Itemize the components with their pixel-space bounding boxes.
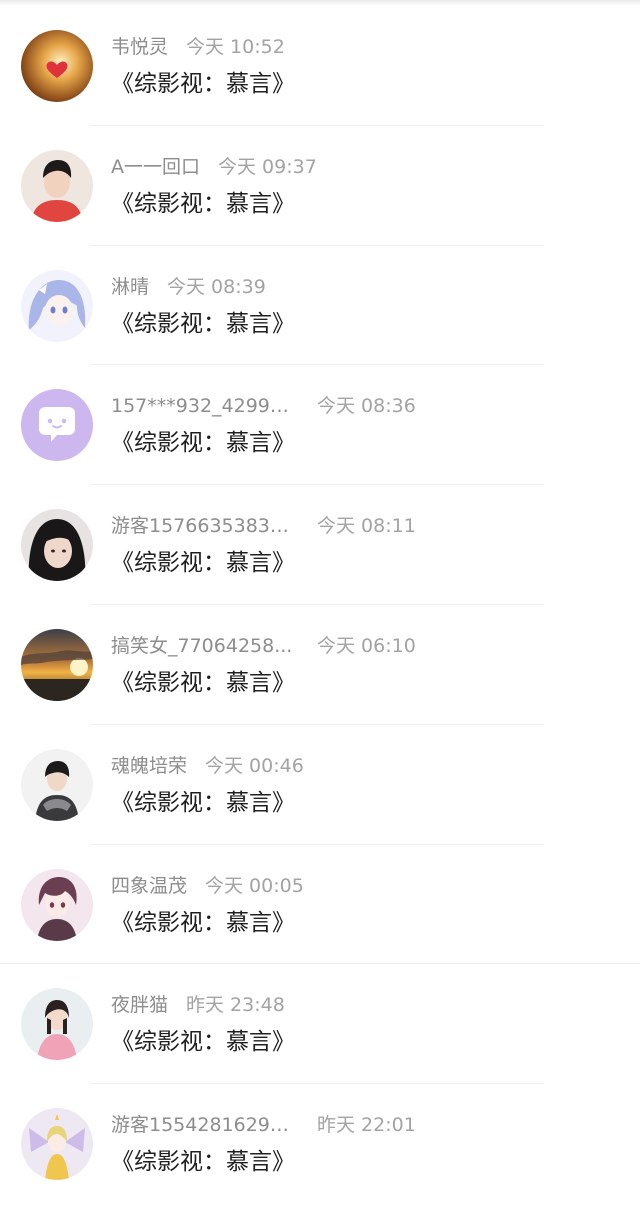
message-title[interactable]: 《综影视：慕言》 xyxy=(111,309,295,339)
timestamp: 今天 06:10 xyxy=(317,634,416,657)
avatar[interactable] xyxy=(21,1108,93,1181)
timestamp: 今天 08:36 xyxy=(317,395,416,418)
avatar[interactable] xyxy=(21,748,93,821)
message-title[interactable]: 《综影视：慕言》 xyxy=(111,908,295,938)
avatar[interactable] xyxy=(21,30,93,102)
list-item[interactable]: 157***932_42994... 今天 08:36 《综影视：慕言》 xyxy=(0,365,640,486)
avatar[interactable] xyxy=(21,389,93,462)
avatar[interactable] xyxy=(21,149,93,222)
girl-pink-dress-avatar-icon xyxy=(21,988,93,1061)
timestamp: 今天 00:05 xyxy=(205,874,304,897)
message-meta: 游客15542816290... 昨天 22:01 xyxy=(111,1112,416,1138)
message-title[interactable]: 《综影视：慕言》 xyxy=(111,1147,295,1177)
avatar[interactable] xyxy=(21,868,93,941)
avatar[interactable] xyxy=(21,628,93,701)
message-meta: 搞笑女_77064258... 今天 06:10 xyxy=(111,633,416,659)
list-item[interactable]: A一一回口 今天 09:37 《综影视：慕言》 xyxy=(0,126,640,246)
message-meta: 淋晴 今天 08:39 xyxy=(111,274,266,300)
glowing-heart-avatar-icon xyxy=(21,30,93,102)
message-title[interactable]: 《综影视：慕言》 xyxy=(111,69,295,99)
list-item[interactable]: 淋晴 今天 08:39 《综影视：慕言》 xyxy=(0,246,640,366)
message-title[interactable]: 《综影视：慕言》 xyxy=(111,1027,295,1057)
young-man-red-hoodie-avatar-icon xyxy=(21,149,93,222)
message-meta: A一一回口 今天 09:37 xyxy=(111,154,317,180)
anime-boy-pink-avatar-icon xyxy=(21,868,93,941)
girl-portrait-avatar-icon xyxy=(21,509,93,582)
sunset-avatar-icon xyxy=(21,628,93,701)
sender-name[interactable]: 魂魄培荣 xyxy=(111,753,187,779)
list-item[interactable]: 魂魄培荣 今天 00:46 《综影视：慕言》 xyxy=(0,725,640,845)
list-item[interactable]: 游客15542816290... 昨天 22:01 《综影视：慕言》 xyxy=(0,1084,640,1204)
timestamp: 昨天 23:48 xyxy=(186,994,285,1017)
sender-name[interactable]: 夜胖猫 xyxy=(111,992,168,1018)
list-item[interactable]: 韦悦灵 今天 10:52 《综影视：慕言》 xyxy=(0,6,640,126)
sender-name[interactable]: A一一回口 xyxy=(111,154,200,180)
message-meta: 魂魄培荣 今天 00:46 xyxy=(111,753,304,779)
message-list: 韦悦灵 今天 10:52 《综影视：慕言》 A一一回口 今天 09:37 《综影视：… xyxy=(0,6,640,1204)
list-item[interactable]: 搞笑女_77064258... 今天 06:10 《综影视：慕言》 xyxy=(0,605,640,725)
message-title[interactable]: 《综影视：慕言》 xyxy=(111,668,295,698)
message-meta: 夜胖猫 昨天 23:48 xyxy=(111,992,285,1018)
message-meta: 韦悦灵 今天 10:52 xyxy=(111,34,285,60)
message-title[interactable]: 《综影视：慕言》 xyxy=(111,428,295,458)
sender-name[interactable]: 淋晴 xyxy=(111,274,149,300)
sender-name[interactable]: 四象温茂 xyxy=(111,873,187,899)
timestamp: 今天 10:52 xyxy=(186,36,285,58)
purple-chat-bubble-avatar-icon xyxy=(21,389,93,462)
message-meta: 157***932_42994... 今天 08:36 xyxy=(111,393,416,419)
sender-name[interactable]: 游客15766353835... xyxy=(111,513,299,539)
message-title[interactable]: 《综影视：慕言》 xyxy=(111,548,295,578)
timestamp: 今天 08:11 xyxy=(317,515,416,538)
sender-name[interactable]: 游客15542816290... xyxy=(111,1112,299,1138)
timestamp: 昨天 22:01 xyxy=(317,1114,416,1137)
timestamp: 今天 00:46 xyxy=(205,754,304,777)
list-item[interactable]: 夜胖猫 昨天 23:48 《综影视：慕言》 xyxy=(0,964,640,1085)
avatar[interactable] xyxy=(21,509,93,582)
anime-fairy-avatar-icon xyxy=(21,1108,93,1181)
sender-name[interactable]: 157***932_42994... xyxy=(111,393,299,419)
person-grey-jacket-avatar-icon xyxy=(21,748,93,821)
timestamp: 今天 09:37 xyxy=(218,155,317,178)
message-title[interactable]: 《综影视：慕言》 xyxy=(111,189,295,219)
message-meta: 四象温茂 今天 00:05 xyxy=(111,873,304,899)
sender-name[interactable]: 韦悦灵 xyxy=(111,34,168,60)
sender-name[interactable]: 搞笑女_77064258... xyxy=(111,633,299,659)
list-item[interactable]: 游客15766353835... 今天 08:11 《综影视：慕言》 xyxy=(0,485,640,605)
list-item[interactable]: 四象温茂 今天 00:05 《综影视：慕言》 xyxy=(0,845,640,965)
message-meta: 游客15766353835... 今天 08:11 xyxy=(111,513,416,539)
avatar[interactable] xyxy=(21,269,93,342)
timestamp: 今天 08:39 xyxy=(167,275,266,298)
message-title[interactable]: 《综影视：慕言》 xyxy=(111,788,295,818)
avatar[interactable] xyxy=(21,988,93,1061)
anime-blue-hair-girl-avatar-icon xyxy=(21,269,93,342)
